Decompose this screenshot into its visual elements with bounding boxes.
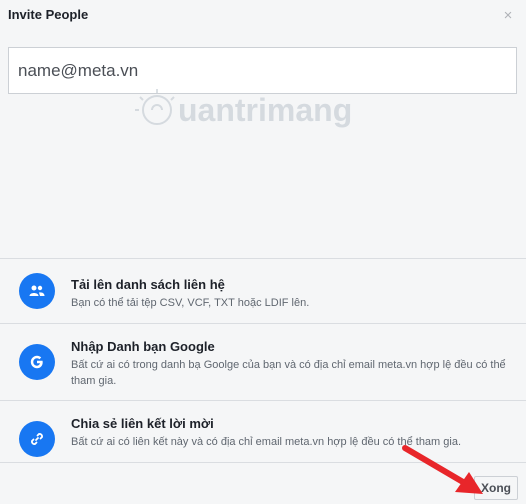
dialog-footer: Xong <box>0 462 526 504</box>
contacts-upload-icon <box>19 273 55 309</box>
option-title: Chia sẻ liên kết lời mời <box>71 416 214 431</box>
option-description: Bất cứ ai có trong danh bạ Goolge của bạ… <box>71 359 506 387</box>
done-button[interactable]: Xong <box>474 476 518 500</box>
google-icon <box>19 344 55 380</box>
lightbulb-icon <box>135 89 175 125</box>
option-description: Bất cứ ai có liên kết này và có địa chỉ … <box>71 436 462 448</box>
watermark-text: uantrimang <box>178 92 352 128</box>
dialog-title: Invite People <box>8 7 89 22</box>
option-title: Tải lên danh sách liên hệ <box>71 277 225 292</box>
option-title: Nhập Danh bạn Google <box>71 339 215 354</box>
option-import-google-contacts[interactable]: Nhập Danh bạn Google Bất cứ ai có trong … <box>0 324 526 401</box>
email-field[interactable] <box>9 48 516 93</box>
email-field-container <box>8 47 517 94</box>
close-icon: × <box>503 6 513 24</box>
invite-options-list: Tải lên danh sách liên hệ Bạn có thể tải… <box>0 258 526 478</box>
close-button[interactable]: × <box>498 5 518 25</box>
link-icon <box>19 421 55 457</box>
option-upload-contacts[interactable]: Tải lên danh sách liên hệ Bạn có thể tải… <box>0 259 526 324</box>
dialog-header: Invite People × <box>0 0 526 30</box>
option-description: Bạn có thể tải tệp CSV, VCF, TXT hoặc LD… <box>71 297 310 309</box>
